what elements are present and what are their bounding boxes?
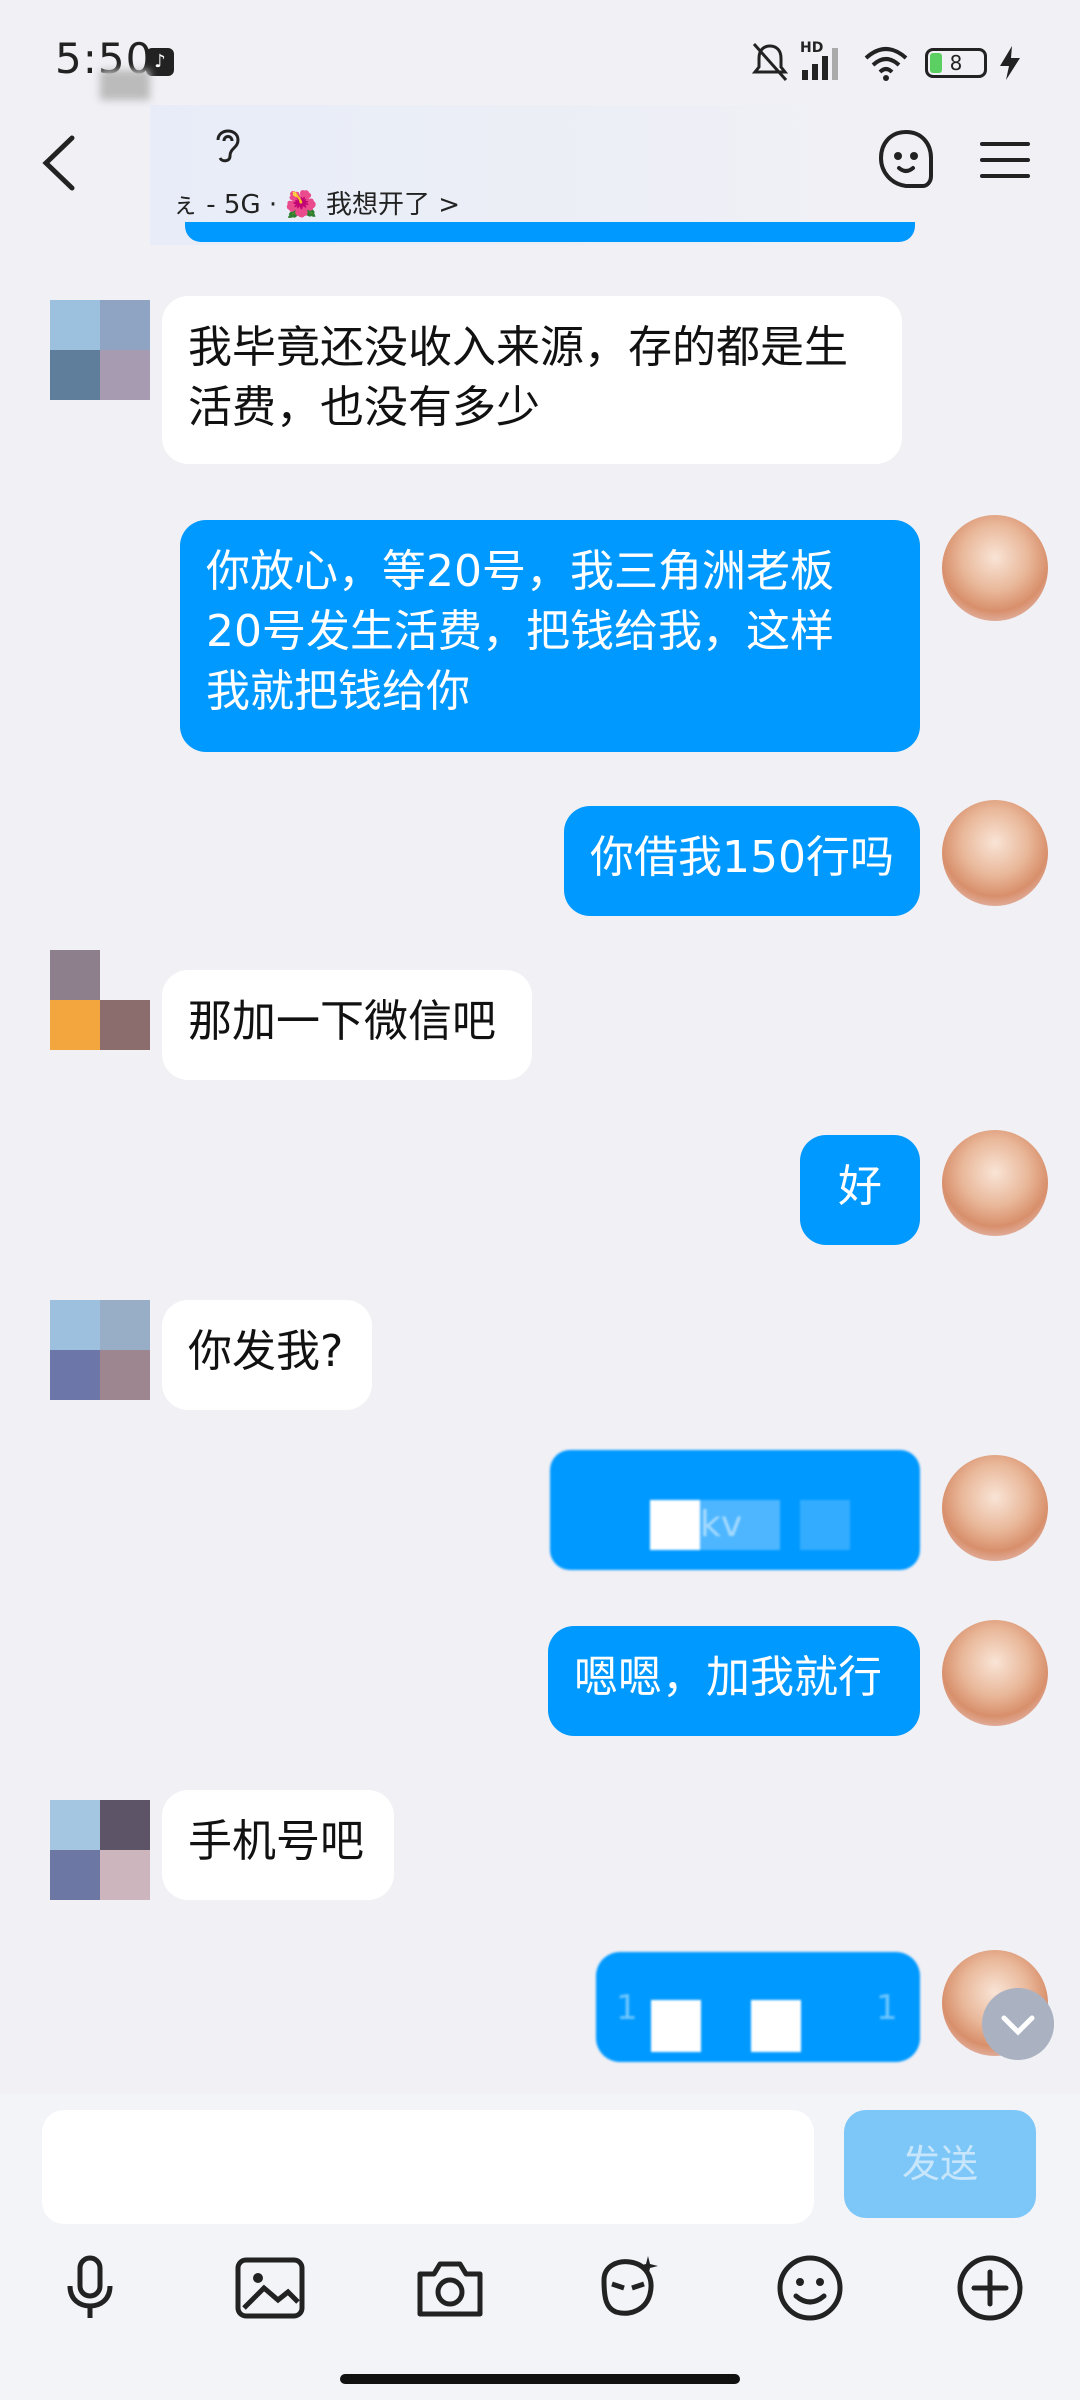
message-line: 你发我?: [188, 1326, 344, 1377]
sent-message[interactable]: 你放心，等20号，我三角洲老板 20号发生活费，把钱给我，这样 我就把钱给你: [180, 520, 920, 752]
my-avatar[interactable]: [942, 515, 1048, 621]
message-line: 我毕竟还没收入来源，存的都是生: [188, 322, 848, 373]
plus-icon[interactable]: [952, 2250, 1028, 2326]
sent-message[interactable]: 嗯嗯，加我就行: [548, 1626, 920, 1736]
contact-avatar[interactable]: [50, 300, 150, 400]
my-avatar[interactable]: [942, 800, 1048, 906]
message-input[interactable]: [42, 2110, 814, 2224]
redaction-block: [651, 2000, 701, 2052]
received-message[interactable]: 我毕竟还没收入来源，存的都是生 活费，也没有多少: [162, 296, 902, 464]
message-line: 你放心，等20号，我三角洲老板: [206, 546, 834, 597]
message-line: 活费，也没有多少: [188, 382, 540, 433]
bell-muted-icon: [751, 43, 789, 81]
charging-icon: [1000, 46, 1020, 80]
scroll-to-bottom-icon[interactable]: [982, 1988, 1054, 2060]
message-line: 1: [876, 1988, 898, 2028]
ear-icon: [216, 129, 240, 163]
redaction-block: [650, 1500, 700, 1550]
message-line: kv: [700, 1500, 780, 1550]
redaction-block: [751, 2000, 801, 2052]
battery-level: 8: [949, 51, 963, 75]
contact-avatar[interactable]: [50, 1800, 150, 1900]
message-line: 你借我150行吗: [590, 832, 894, 883]
camera-icon[interactable]: [412, 2250, 488, 2326]
signal-icon: [802, 48, 838, 80]
message-line: 好: [838, 1161, 882, 1212]
message-line: 手机号吧: [188, 1816, 364, 1867]
back-icon[interactable]: [30, 128, 90, 198]
tiktok-notification-icon: ♪: [146, 48, 174, 76]
assistant-ghost-icon[interactable]: [875, 128, 937, 190]
message-line: 我就把钱给你: [206, 666, 470, 717]
image-icon[interactable]: [232, 2250, 308, 2326]
wifi-icon: [864, 47, 908, 81]
emoji-icon[interactable]: [772, 2250, 848, 2326]
message-line: 20号发生活费，把钱给我，这样: [206, 606, 834, 657]
previous-message-edge: [185, 222, 915, 242]
sent-message[interactable]: 你借我150行吗: [564, 806, 920, 916]
home-indicator[interactable]: [340, 2374, 740, 2384]
received-message[interactable]: 你发我?: [162, 1300, 372, 1410]
message-line: 嗯嗯，加我就行: [574, 1652, 882, 1703]
received-message[interactable]: 手机号吧: [162, 1790, 394, 1900]
battery-icon: 8: [925, 48, 987, 78]
contact-avatar[interactable]: [50, 950, 150, 1050]
send-button[interactable]: 发送: [844, 2110, 1036, 2218]
my-avatar[interactable]: [942, 1130, 1048, 1236]
received-message[interactable]: 那加一下微信吧: [162, 970, 532, 1080]
sent-message[interactable]: 好: [800, 1135, 920, 1245]
chat-subtitle[interactable]: ぇ - 5G · 🌺 我想开了 >: [172, 184, 460, 221]
sent-message-redacted[interactable]: kv: [550, 1450, 920, 1570]
sticker-icon[interactable]: [590, 2250, 666, 2326]
message-line: 那加一下微信吧: [188, 996, 496, 1047]
contact-avatar[interactable]: [50, 1300, 150, 1400]
my-avatar[interactable]: [942, 1455, 1048, 1561]
sent-message-redacted[interactable]: 1 1: [596, 1952, 920, 2062]
top-avatar-fragment: [100, 70, 150, 100]
message-line: 1: [616, 1988, 638, 2028]
redaction-block: [800, 1500, 850, 1550]
microphone-icon[interactable]: [52, 2250, 128, 2326]
menu-icon[interactable]: [980, 140, 1030, 180]
my-avatar[interactable]: [942, 1620, 1048, 1726]
